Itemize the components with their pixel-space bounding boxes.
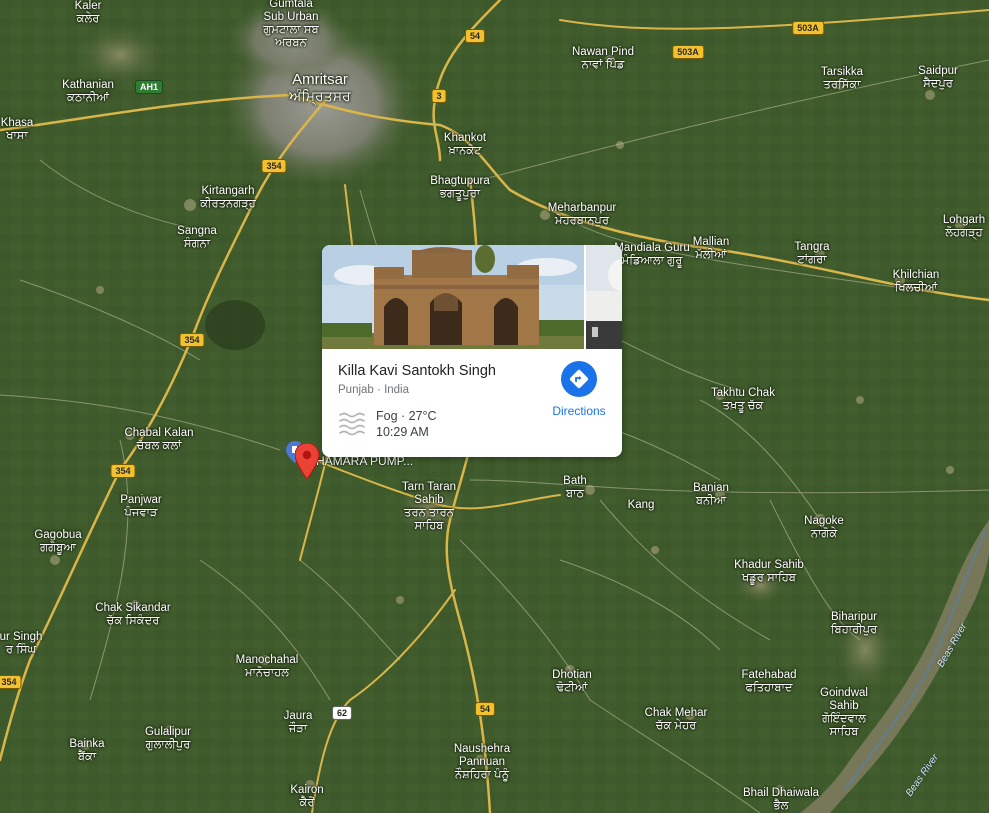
place-label-kaler[interactable]: Kaler ਕਲੇਰ	[75, 0, 102, 26]
place-label-lohgarh[interactable]: Lohgarh ਲੋਹਗੜ੍ਹ	[943, 214, 985, 240]
place-label-tangra[interactable]: Tangra ਟਾਂਗਰਾ	[794, 241, 829, 267]
road-shield-354: 354	[0, 675, 22, 689]
place-label-dhotian[interactable]: Dhotian ਢੋਟੀਆਂ	[552, 669, 592, 695]
road-shield-354: 354	[261, 159, 287, 173]
road-shield-ah1: AH1	[134, 80, 164, 94]
place-label-mandiala[interactable]: Mandiala Guru ਮੰਡਿਆਲਾ ਗੁਰੂ	[614, 242, 689, 268]
place-label-gumtala[interactable]: Gumtala Sub Urban ਗੁਮਟਾਲਾ ਸਬ ਅਰਬਨ	[261, 0, 321, 50]
directions-icon	[569, 369, 589, 389]
place-label-nawan-pind[interactable]: Nawan Pind ਨਾਵਾਂ ਪਿੰਡ	[572, 46, 634, 72]
road-shield-54: 54	[474, 702, 496, 716]
separator: ·	[377, 384, 381, 396]
place-info-card[interactable]: Killa Kavi Santokh Singh Punjab · India …	[322, 245, 622, 457]
place-label-kang[interactable]: Kang	[628, 499, 655, 512]
place-label-khilchian[interactable]: Khilchian ਖਿਲਚੀਆਂ	[893, 269, 940, 295]
place-label-tarsikka[interactable]: Tarsikka ਤਰਸਿੱਕਾ	[821, 66, 863, 92]
place-title[interactable]: Killa Kavi Santokh Singh	[338, 363, 496, 379]
place-label-khasa[interactable]: Khasa ਖਾਸਾ	[1, 117, 34, 143]
place-label-tarn-taran[interactable]: Tarn Taran Sahib ਤਰਨ ਤਾਰਨ ਸਾਹਿਬ	[399, 481, 459, 533]
road-shield-503a: 503A	[792, 21, 824, 35]
place-label-banian[interactable]: Banian ਬਨੀਆ	[693, 482, 729, 508]
place-label-jaura[interactable]: Jaura ਜੌੜਾ	[284, 710, 313, 736]
place-label-khankot[interactable]: Khankot ਖ਼ਾਨਕੋਟ	[444, 132, 486, 158]
place-label-gulalipur[interactable]: Gulalipur ਗੁਲਾਲੀਪੁਰ	[145, 726, 191, 752]
place-photos[interactable]	[322, 245, 622, 349]
red-pin-icon	[294, 442, 320, 480]
fog-icon	[339, 412, 365, 436]
road-shield-3: 3	[431, 89, 447, 103]
place-label-biharipur[interactable]: Biharipur ਬਿਹਾਰੀਪੁਰ	[831, 611, 877, 637]
local-time: 10:29 AM	[376, 425, 429, 439]
weather-info: Fog · 27°C 10:29 AM	[338, 408, 437, 440]
directions-label[interactable]: Directions	[552, 404, 606, 418]
road-shield-54: 54	[464, 29, 486, 43]
place-label-bainka[interactable]: Bainka ਬੈਂਕਾ	[69, 738, 104, 764]
directions-button[interactable]: Directions	[552, 361, 606, 418]
place-country: India	[384, 384, 409, 396]
place-label-amritsar[interactable]: Amritsar ਅੰਮ੍ਰਿਤਸਰ	[289, 71, 350, 105]
place-label-nagoke[interactable]: Nagoke ਨਾਗੋਕੇ	[804, 515, 844, 541]
place-label-bath[interactable]: Bath ਬਾਠ	[563, 475, 587, 501]
place-label-manochahal[interactable]: Manochahal ਮਾਨੋਚਾਹਲ	[236, 654, 299, 680]
place-label-chak-sikandar[interactable]: Chak Sikandar ਚੱਕ ਸਿਕੰਦਰ	[95, 602, 170, 628]
place-subtitle: Punjab · India	[338, 384, 496, 396]
place-region: Punjab	[338, 384, 374, 396]
place-label-chabal-kalan[interactable]: Chabal Kalan ਚੱਬਲ ਕਲਾਂ	[124, 427, 193, 453]
place-info: Killa Kavi Santokh Singh Punjab · India	[338, 363, 496, 396]
road-shield-354: 354	[179, 333, 205, 347]
road-shield-503a: 503A	[672, 45, 704, 59]
place-label-saidpur[interactable]: Saidpur ਸੈਦਪੁਰ	[918, 65, 958, 91]
weather-condition: Fog · 27°C	[376, 409, 437, 423]
place-label-bhail-dhaiwala[interactable]: Bhail Dhaiwala ਭੈਲ	[743, 787, 819, 813]
place-label-meharbanpur[interactable]: Meharbanpur ਮੇਹਰਬਾਨਪੁਰ	[548, 202, 616, 228]
place-label-ur-singh[interactable]: ur Singh ਰ ਸਿੰਘ	[0, 631, 42, 657]
place-label-goindwal[interactable]: Goindwal Sahib ਗੋਇੰਦਵਾਲ ਸਾਹਿਬ	[809, 687, 879, 739]
place-label-bhagtupura[interactable]: Bhagtupura ਭਗਤੂਪੁਰਾ	[430, 175, 489, 201]
place-label-chak-mehar[interactable]: Chak Mehar ਚੱਕ ਮੇਹਰ	[645, 707, 708, 733]
place-label-naushehra[interactable]: Naushehra Pannuan ਨੌਸ਼ਹਿਰਾ ਪੰਨੂੰ	[447, 743, 517, 782]
place-label-kairon[interactable]: Kairon ਕੈਰੋਂ	[290, 784, 323, 810]
directions-icon-circle[interactable]	[561, 361, 597, 397]
place-label-kathanian[interactable]: Kathanian ਕਠਾਨੀਆਂ	[62, 79, 114, 105]
place-label-fatehabad[interactable]: Fatehabad ਫਤਿਹਾਬਾਦ	[742, 669, 797, 695]
place-label-takhtu-chak[interactable]: Takhtu Chak ਤਖ਼ਤੂ ਚੱਕ	[711, 387, 775, 413]
place-photo-image	[322, 245, 622, 349]
place-label-kirtangarh[interactable]: Kirtangarh ਕੀਰਤਨਗੜ੍ਹ	[200, 185, 256, 211]
place-label-panjwar[interactable]: Panjwar ਪੰਜਵਾੜ	[120, 494, 162, 520]
road-shield-62: 62	[331, 706, 353, 720]
place-label-mallian[interactable]: Mallian ਮੱਲੀਆਂ	[693, 236, 729, 262]
place-label-sangna[interactable]: Sangna ਸੰਗਨਾ	[177, 225, 217, 251]
place-label-gagobua[interactable]: Gagobua ਗਗੋਬੂਆ	[34, 529, 81, 555]
road-shield-354: 354	[110, 464, 136, 478]
selected-location-pin[interactable]	[294, 442, 320, 480]
place-label-khadur-sahib[interactable]: Khadur Sahib ਖਡੂਰ ਸਾਹਿਬ	[734, 559, 804, 585]
